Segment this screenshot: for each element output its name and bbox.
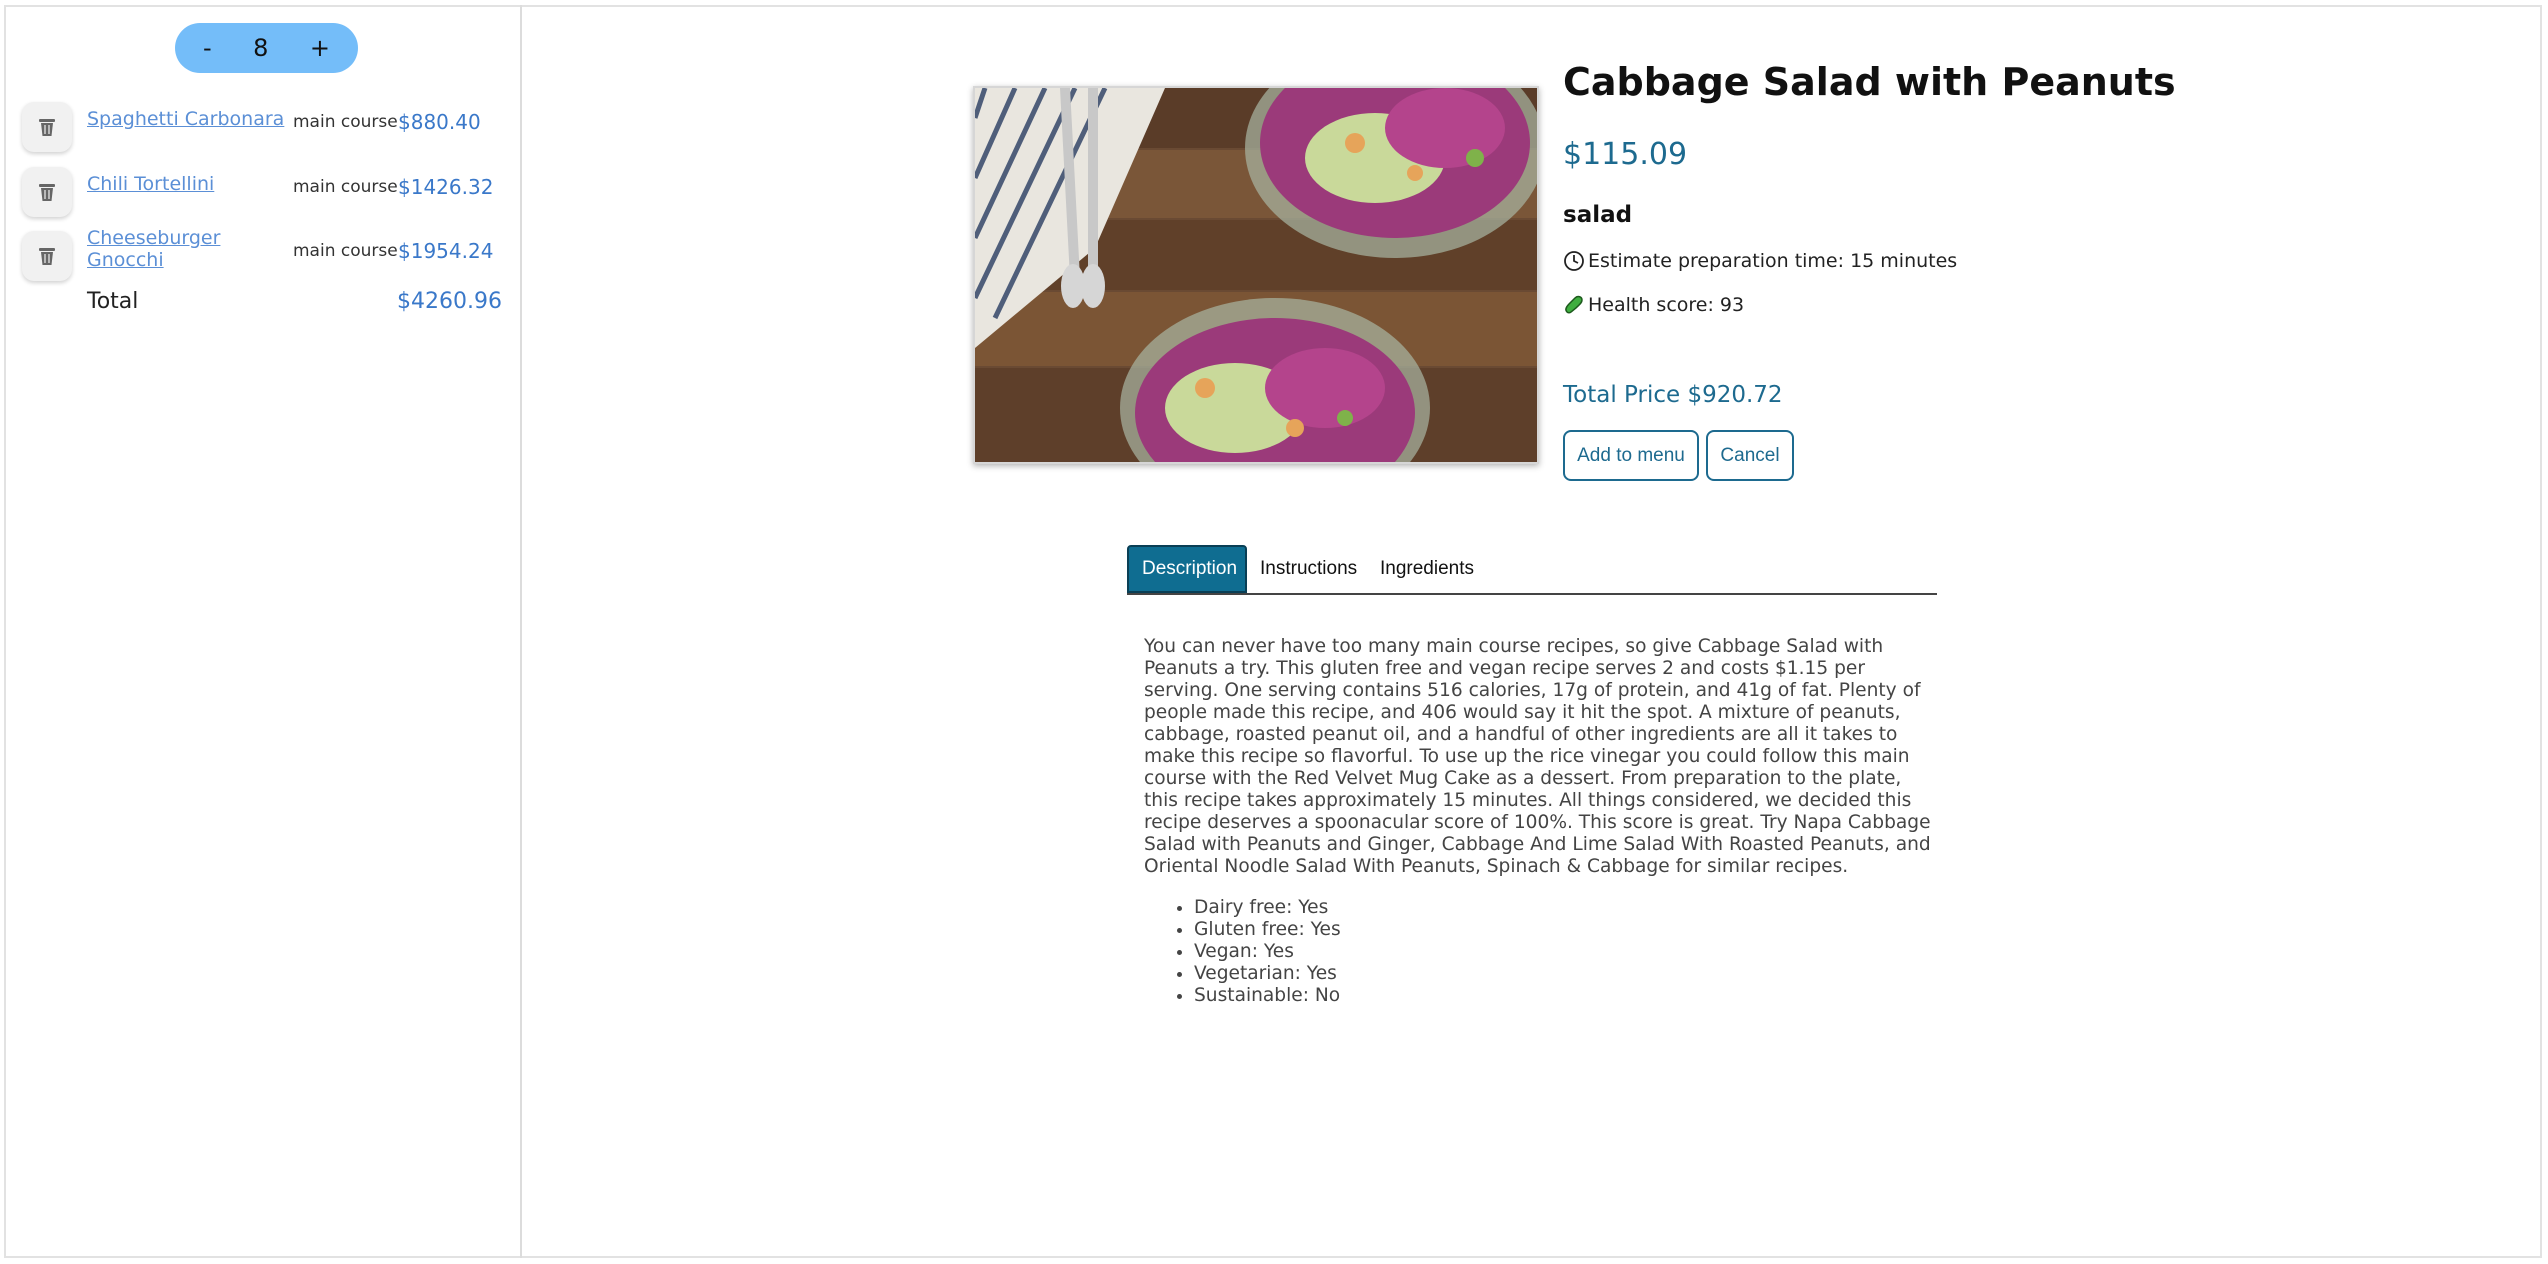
diet-attributes-list: Dairy free: Yes Gluten free: Yes Vegan: … [1144, 897, 1341, 1007]
menu-item-link[interactable]: Cheeseburger Gnocchi [87, 227, 257, 271]
menu-item-price: $1426.32 [398, 175, 494, 199]
total-price: Total Price $920.72 [1563, 382, 1783, 408]
menu-total-label: Total [87, 289, 139, 314]
recipe-description: You can never have too many main course … [1144, 636, 1931, 877]
menu-item-row: Spaghetti Carbonara main course $880.40 [22, 102, 512, 156]
list-item: Vegetarian: Yes [1194, 963, 1341, 985]
dish-photo [973, 86, 1539, 464]
trash-icon [39, 119, 55, 136]
guest-count-value: 8 [253, 34, 269, 62]
list-item: Vegan: Yes [1194, 941, 1341, 963]
menu-item-price: $1954.24 [398, 239, 494, 263]
menu-item-link[interactable]: Spaghetti Carbonara [87, 108, 287, 130]
remove-item-button[interactable] [22, 231, 72, 281]
dish-title: Cabbage Salad with Peanuts [1563, 60, 2176, 104]
menu-item-category: main course [293, 112, 398, 132]
dish-photo-illustration [975, 88, 1537, 462]
remove-item-button[interactable] [22, 167, 72, 217]
menu-item-row: Chili Tortellini main course $1426.32 [22, 167, 512, 221]
menu-item-row: Cheeseburger Gnocchi main course $1954.2… [22, 227, 512, 285]
clock-icon [1564, 251, 1584, 271]
list-item: Sustainable: No [1194, 985, 1341, 1007]
menu-item-category: main course [293, 241, 398, 261]
health-score-text: Health score: 93 [1588, 294, 1745, 316]
tab-instructions[interactable]: Instructions [1247, 545, 1370, 593]
dish-price: $115.09 [1563, 137, 1688, 172]
cancel-button[interactable]: Cancel [1706, 430, 1794, 481]
trash-icon [39, 248, 55, 265]
decrement-button[interactable]: - [203, 34, 212, 62]
tab-ingredients[interactable]: Ingredients [1367, 545, 1487, 593]
tab-description[interactable]: Description [1127, 545, 1247, 593]
menu-sidebar: - 8 + Spaghetti Carbonara main course $8… [4, 5, 522, 1258]
recipe-tabs: Description Instructions Ingredients [1127, 545, 1937, 595]
pickle-icon [1565, 295, 1583, 314]
list-item: Dairy free: Yes [1194, 897, 1341, 919]
prep-time-row: Estimate preparation time: 15 minutes [1563, 250, 1957, 272]
menu-total-value: $4260.96 [397, 289, 502, 314]
menu-item-price: $880.40 [398, 110, 481, 134]
list-item: Gluten free: Yes [1194, 919, 1341, 941]
prep-time-text: Estimate preparation time: 15 minutes [1588, 250, 1958, 272]
health-score-row: Health score: 93 [1563, 294, 1744, 316]
add-to-menu-button[interactable]: Add to menu [1563, 430, 1699, 481]
menu-item-link[interactable]: Chili Tortellini [87, 173, 287, 195]
remove-item-button[interactable] [22, 102, 72, 152]
menu-item-category: main course [293, 177, 398, 197]
guest-count-stepper: - 8 + [175, 23, 358, 73]
trash-icon [39, 184, 55, 201]
dish-type: salad [1563, 202, 1633, 228]
increment-button[interactable]: + [310, 34, 330, 62]
